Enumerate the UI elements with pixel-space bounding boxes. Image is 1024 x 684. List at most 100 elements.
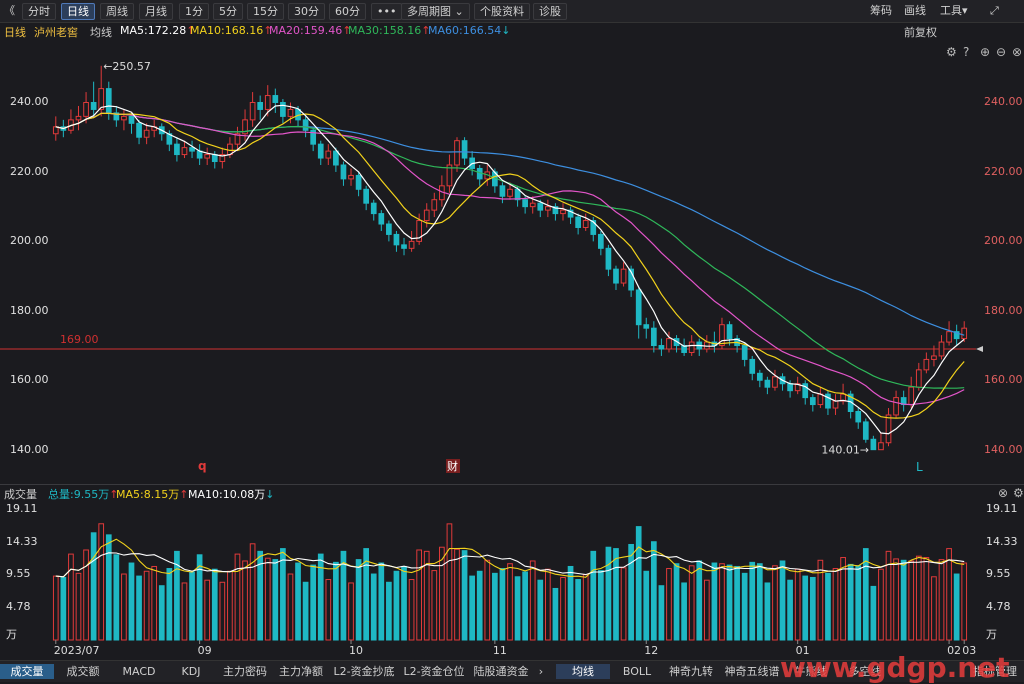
tab-magic-nine[interactable]: 神奇九转 xyxy=(664,664,718,679)
volume-bar xyxy=(492,572,498,641)
tab-northbound[interactable]: 陆股通资金 xyxy=(470,664,532,679)
volume-bar xyxy=(681,582,687,641)
volume-bar xyxy=(280,548,286,641)
volume-bar xyxy=(151,565,158,641)
price-tick-left: 160.00 xyxy=(10,373,49,387)
scroll-right-icon[interactable]: › xyxy=(534,664,548,679)
volume-bar xyxy=(105,534,112,641)
volume-tick-right: 万 xyxy=(986,628,997,641)
volume-bar xyxy=(938,559,945,641)
volume-bar xyxy=(166,568,173,641)
volume-bar xyxy=(741,572,748,641)
candle-body xyxy=(348,174,354,180)
volume-tick-left: 19.11 xyxy=(6,501,38,515)
volume-bar xyxy=(454,548,460,641)
candle-body xyxy=(355,174,362,190)
candle-body xyxy=(174,143,180,156)
event-marker-l: L xyxy=(916,460,923,474)
close-icon[interactable]: ⊗ xyxy=(998,486,1008,500)
volume-bar xyxy=(900,559,907,641)
volume-bar xyxy=(174,550,180,641)
candle-body xyxy=(756,372,763,381)
volume-bar xyxy=(764,582,771,641)
volume-tick-right: 19.11 xyxy=(986,501,1018,515)
candle-body xyxy=(52,126,59,135)
volume-bar xyxy=(590,550,597,641)
candle-body xyxy=(688,341,695,353)
volume-bar xyxy=(257,550,264,641)
volume-bar xyxy=(181,582,188,641)
volume-bar xyxy=(552,587,559,641)
tab-l2-bottom-fishing[interactable]: L2-资金抄底 xyxy=(330,664,398,679)
candle-body xyxy=(454,140,460,166)
candle-body xyxy=(401,244,407,249)
volume-bar xyxy=(961,562,968,641)
volume-bar xyxy=(242,560,248,641)
settings-icon[interactable]: ⚙ xyxy=(1013,486,1024,500)
candle-body xyxy=(333,150,339,166)
volume-bar xyxy=(423,550,430,641)
candle-body xyxy=(431,199,438,211)
candle-body xyxy=(121,115,127,121)
tab-l2-position[interactable]: L2-资金仓位 xyxy=(400,664,468,679)
volume-bar xyxy=(628,543,634,641)
volume-tick-left: 9.55 xyxy=(6,567,31,581)
volume-bar xyxy=(310,564,317,641)
candle-body xyxy=(809,397,816,406)
candle-body xyxy=(764,379,771,388)
volume-bar xyxy=(597,570,604,641)
candle-body xyxy=(143,129,150,138)
tab-kdj[interactable]: KDJ xyxy=(166,664,216,679)
tab-volume[interactable]: 成交量 xyxy=(0,664,54,679)
volume-bar xyxy=(461,550,468,641)
volume-tick-left: 14.33 xyxy=(6,534,38,548)
candle-body xyxy=(787,383,793,392)
tab-turnover[interactable]: 成交额 xyxy=(56,664,110,679)
candle-body xyxy=(370,202,377,215)
tab-magic-five[interactable]: 神奇五线谱 xyxy=(720,664,784,679)
volume-total: 总量:9.55万↑ xyxy=(48,488,119,501)
volume-bar xyxy=(204,579,211,641)
price-tick-right: 140.00 xyxy=(984,442,1023,456)
candle-body xyxy=(302,119,309,131)
volume-bar xyxy=(522,571,528,641)
volume-bar xyxy=(325,579,332,641)
volume-bar xyxy=(560,576,566,641)
price-tick-left: 140.00 xyxy=(10,442,49,456)
volume-bar xyxy=(711,562,718,641)
candle-body xyxy=(317,143,324,159)
volume-bar xyxy=(507,563,513,641)
candle-body xyxy=(650,327,657,347)
price-chart[interactable]: 169.00 ←250.57 140.01→ q 财 L xyxy=(0,0,1024,484)
volume-bar xyxy=(908,560,915,641)
candle-body xyxy=(582,220,589,228)
volume-bar xyxy=(809,576,816,641)
volume-bar xyxy=(650,541,657,641)
tab-macd[interactable]: MACD xyxy=(112,664,166,679)
candle-body xyxy=(893,397,899,416)
candle-body xyxy=(666,338,672,350)
candle-body xyxy=(211,154,218,163)
candle-body xyxy=(264,95,271,110)
volume-bar xyxy=(567,565,574,641)
volume-bar xyxy=(446,523,453,641)
candle-body xyxy=(545,206,551,211)
volume-bar xyxy=(855,565,862,641)
volume-bar xyxy=(862,548,869,641)
candle-body xyxy=(272,95,279,103)
tab-boll[interactable]: BOLL xyxy=(612,664,662,679)
volume-bar xyxy=(476,570,483,641)
volume-bar xyxy=(605,546,612,641)
candle-body xyxy=(105,88,112,114)
volume-bar xyxy=(787,579,793,641)
volume-bar xyxy=(878,568,884,641)
volume-bar xyxy=(295,562,301,641)
tab-main-force-net[interactable]: 主力净额 xyxy=(274,664,328,679)
volume-bar xyxy=(825,572,831,641)
candle-body xyxy=(325,150,332,159)
tab-ma[interactable]: 均线 xyxy=(556,664,610,679)
candle-body xyxy=(961,327,968,340)
x-tick-label: 09 xyxy=(198,644,212,657)
tab-main-force-code[interactable]: 主力密码 xyxy=(218,664,272,679)
volume-bar xyxy=(302,581,309,641)
